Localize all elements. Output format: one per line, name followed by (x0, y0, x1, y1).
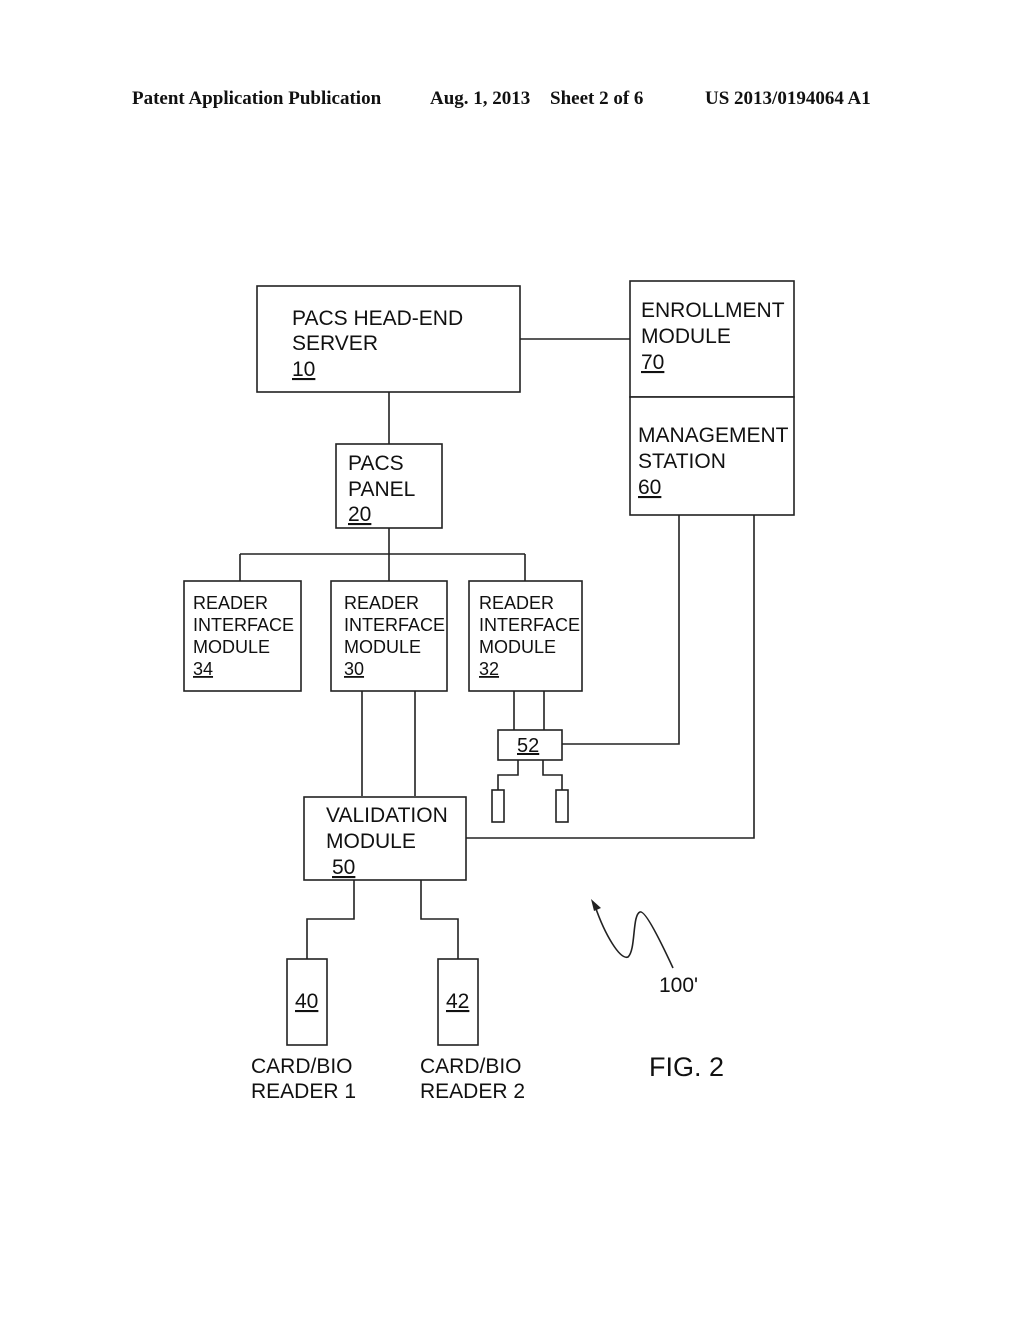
rim30-label-line1: READER (344, 593, 419, 613)
management-label-line1: MANAGEMENT (638, 424, 789, 447)
system-ref-label: 100' (659, 974, 698, 997)
reader1-ref: 40 (295, 990, 318, 1013)
enrollment-label-line1: ENROLLMENT (641, 299, 785, 322)
management-ref: 60 (638, 476, 661, 499)
server-label-line2: SERVER (292, 332, 378, 355)
wire-validation-reader2 (420, 880, 459, 959)
block-pacs-panel[interactable]: PACS PANEL 20 (335, 443, 443, 529)
rim30-label-line3: MODULE (344, 637, 421, 657)
block-card-bio-reader-1[interactable]: 40 CARD/BIO READER 1 (251, 958, 356, 1103)
block-card-bio-reader-2[interactable]: 42 CARD/BIO READER 2 (420, 958, 525, 1103)
block-reader-interface-module-32[interactable]: READER INTERFACE MODULE 32 (468, 580, 583, 692)
hub-ref: 52 (517, 735, 539, 757)
hub-reader-left[interactable] (491, 789, 505, 823)
block-reader-interface-module-34[interactable]: READER INTERFACE MODULE 34 (183, 580, 302, 692)
rim30-label-line2: INTERFACE (344, 615, 445, 635)
block-hub-52[interactable]: 52 (497, 729, 563, 761)
wire-hub-readers (497, 759, 563, 790)
block-reader-interface-module-30[interactable]: READER INTERFACE MODULE 30 (330, 580, 448, 692)
squiggle-leader-line (594, 905, 674, 969)
rim34-ref: 34 (193, 659, 213, 679)
wire-rim32-hub (513, 691, 545, 730)
server-label-line1: PACS HEAD-END (292, 307, 463, 330)
management-label-line2: STATION (638, 450, 726, 473)
rim30-ref: 30 (344, 659, 364, 679)
rim32-label-line2: INTERFACE (479, 615, 580, 635)
server-ref: 10 (292, 358, 315, 381)
block-enrollment-module[interactable]: ENROLLMENT MODULE 70 (629, 280, 795, 398)
validation-label-line2: MODULE (326, 830, 416, 853)
reader2-caption-line2: READER 2 (420, 1080, 525, 1103)
reader1-caption-line2: READER 1 (251, 1080, 356, 1103)
reader2-caption-line1: CARD/BIO (420, 1055, 522, 1078)
validation-label-line1: VALIDATION (326, 804, 448, 827)
rim34-label-line1: READER (193, 593, 268, 613)
wire-validation-reader1 (306, 880, 355, 959)
wire-rim30-validation (361, 691, 416, 796)
panel-ref: 20 (348, 503, 371, 526)
rim34-label-line2: INTERFACE (193, 615, 294, 635)
enrollment-label-line2: MODULE (641, 325, 731, 348)
panel-label-line1: PACS (348, 452, 404, 475)
block-pacs-head-end-server[interactable]: PACS HEAD-END SERVER 10 (256, 285, 521, 393)
system-reference-arrow: 100' (591, 899, 698, 997)
wire-panel-bus (239, 528, 526, 581)
figure-label: FIG. 2 (649, 1052, 724, 1082)
rim32-label-line3: MODULE (479, 637, 556, 657)
hub-reader-right[interactable] (555, 789, 569, 823)
arrowhead-icon (591, 899, 601, 911)
panel-label-line2: PANEL (348, 478, 415, 501)
validation-ref: 50 (332, 856, 355, 879)
reader2-ref: 42 (446, 990, 469, 1013)
rim34-label-line3: MODULE (193, 637, 270, 657)
block-validation-module[interactable]: VALIDATION MODULE 50 (303, 796, 467, 881)
enrollment-ref: 70 (641, 351, 664, 374)
block-diagram: PACS HEAD-END SERVER 10 ENROLLMENT MODUL… (183, 280, 795, 1103)
block-management-station[interactable]: MANAGEMENT STATION 60 (629, 396, 795, 516)
rim32-ref: 32 (479, 659, 499, 679)
reader1-caption-line1: CARD/BIO (251, 1055, 353, 1078)
rim32-label-line1: READER (479, 593, 554, 613)
